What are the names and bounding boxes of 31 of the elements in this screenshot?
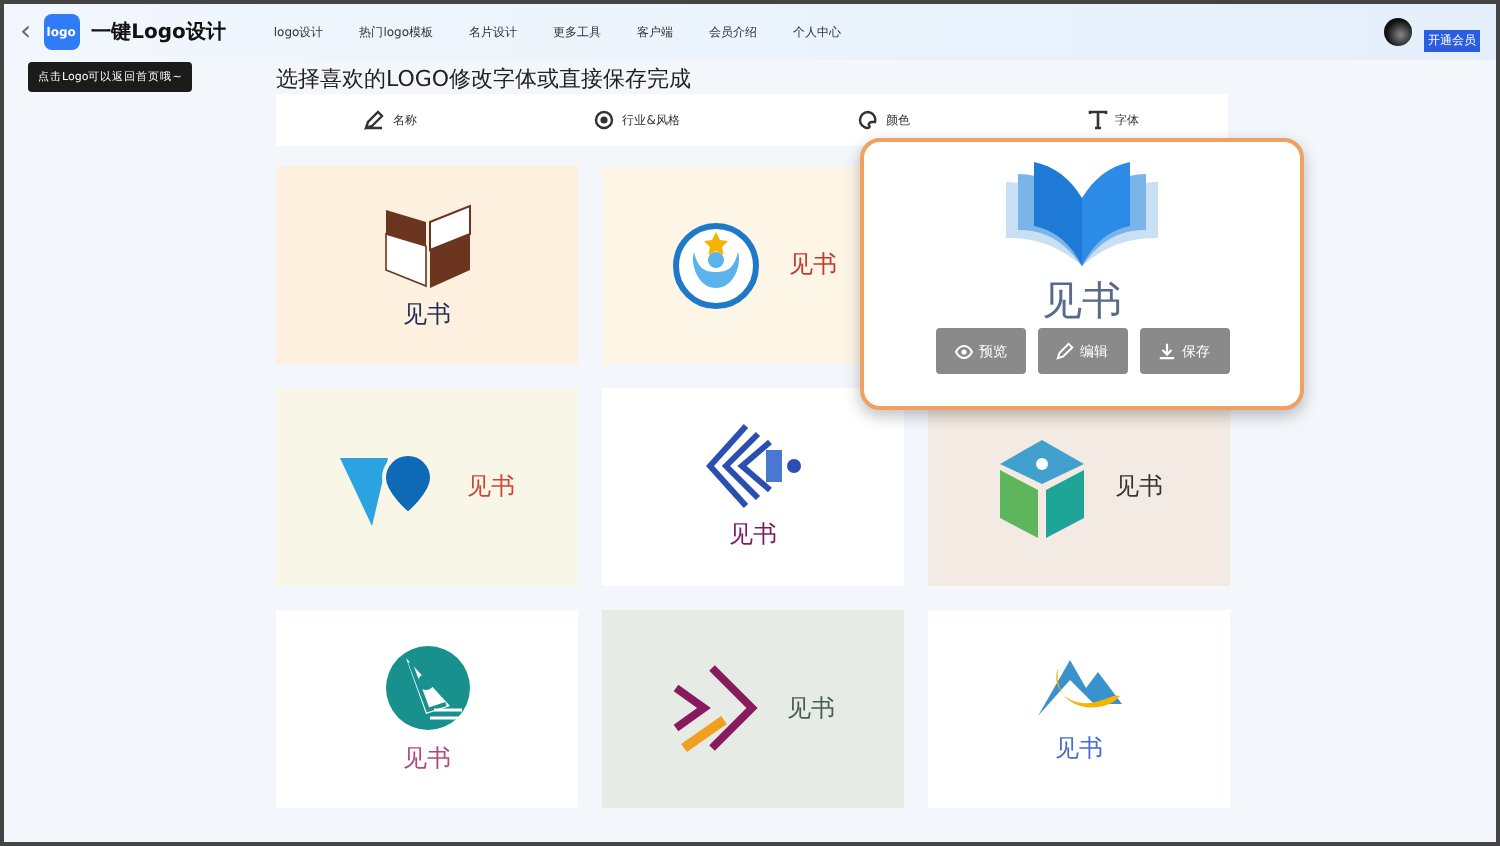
app-title: 一键Logo设计 — [91, 19, 226, 46]
logo-card[interactable]: 见书 — [602, 610, 904, 808]
logo-name: 见书 — [787, 692, 835, 726]
logo-card[interactable]: 见书 — [276, 610, 578, 808]
palette-icon — [857, 110, 878, 130]
back-button[interactable]: ‹ — [20, 16, 32, 48]
avatar[interactable] — [1384, 18, 1412, 46]
pen-nib-icon — [381, 642, 473, 734]
logo-card[interactable]: 见书 — [276, 166, 578, 364]
logo-card[interactable]: 见书 — [276, 388, 578, 586]
logo-name: 见书 — [729, 518, 777, 552]
page-heading: 选择喜欢的LOGO修改字体或直接保存完成 — [276, 66, 694, 92]
open-book-icon — [1002, 162, 1162, 266]
chevrons-icon — [705, 422, 801, 510]
download-icon — [1158, 342, 1176, 360]
target-icon — [594, 110, 615, 130]
cube-icon — [995, 435, 1087, 539]
logo-name: 见书 — [403, 742, 451, 776]
logo-name: 见书 — [1115, 470, 1163, 504]
pen-icon — [1056, 342, 1074, 360]
pen-icon — [364, 110, 385, 130]
logo-name: 见书 — [789, 248, 837, 282]
logo-card[interactable]: 见书 — [602, 388, 904, 586]
eye-icon — [953, 343, 973, 359]
arrows-icon — [671, 663, 759, 755]
logo-name: 见书 — [467, 470, 515, 504]
logo-name: 见书 — [1042, 278, 1122, 322]
font-icon — [1087, 110, 1108, 130]
logo-card[interactable]: 见书 — [928, 610, 1230, 808]
logo-name: 见书 — [403, 298, 451, 332]
logo-name: 见书 — [1055, 732, 1103, 766]
